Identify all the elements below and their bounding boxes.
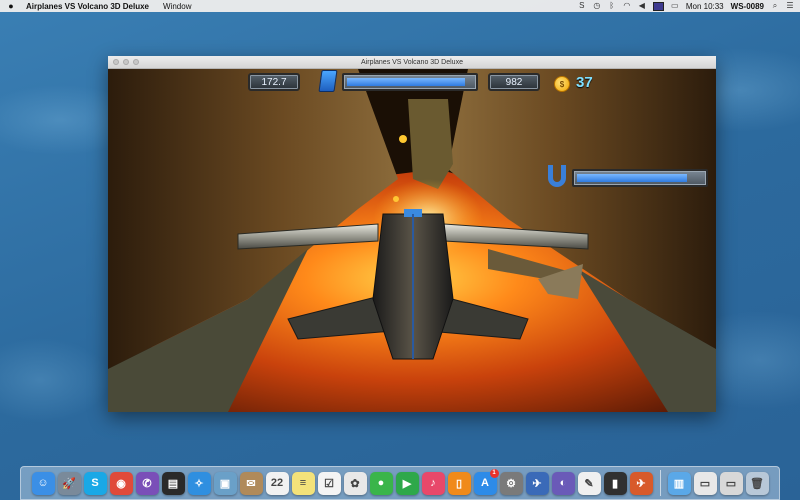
magnet-icon <box>548 165 566 187</box>
dock-document-stack-icon[interactable]: ▭ <box>693 471 717 495</box>
dock-system-preferences-icon[interactable]: ⚙ <box>499 471 523 495</box>
status-area: S ◷ ᛒ ◠ ◀ ▭ Mon 10:33 WS-0089 ⌕ ☰ <box>578 1 794 11</box>
notification-center-icon[interactable]: ☰ <box>786 2 794 10</box>
dock-launchpad-icon[interactable]: 🚀 <box>57 471 81 495</box>
window-controls <box>113 59 139 65</box>
dock-wunderbucket-icon[interactable]: ◐ <box>551 471 575 495</box>
dock-messages-icon[interactable]: ● <box>369 471 393 495</box>
close-button[interactable] <box>113 59 119 65</box>
dock-viber-icon[interactable]: ✆ <box>135 471 159 495</box>
window-titlebar[interactable]: Airplanes VS Volcano 3D Deluxe <box>108 56 716 69</box>
fuel-can-icon <box>318 70 338 92</box>
dock-badge: 1 <box>489 468 499 478</box>
apple-menu-icon[interactable]: ● <box>4 1 18 11</box>
app-menu[interactable]: Airplanes VS Volcano 3D Deluxe <box>26 2 149 11</box>
dock-itunes-icon[interactable]: ♪ <box>421 471 445 495</box>
dock-contacts-icon[interactable]: ✉ <box>239 471 263 495</box>
dock-photos-icon[interactable]: ✿ <box>343 471 367 495</box>
dock-finder-icon[interactable]: ☺ <box>31 471 55 495</box>
coin-count: 37 <box>576 74 593 91</box>
dock-chrome-icon[interactable]: ◉ <box>109 471 133 495</box>
dock-applications-folder-icon[interactable]: ▥ <box>667 471 691 495</box>
volume-icon[interactable]: ◀ <box>638 2 646 10</box>
window-title: Airplanes VS Volcano 3D Deluxe <box>361 58 463 66</box>
dock-ibooks-icon[interactable]: ▯ <box>447 471 471 495</box>
menu-bar: ● Airplanes VS Volcano 3D Deluxe Window … <box>0 0 800 12</box>
game-window: Airplanes VS Volcano 3D Deluxe 172.7 982… <box>108 56 716 412</box>
dock-notes-icon[interactable]: ≡ <box>291 471 315 495</box>
dock: ☺ 🚀 S ◉ ✆ ▤ ✧ ▣ ✉ 22 ≡ ☑ ✿ ● ▶ ♪ ▯ A 1 ⚙ ✈ ◐ ✎ ▮ ✈ ▥ ▭ ▭ 🗑 <box>20 466 780 500</box>
fuel-bar <box>342 73 478 91</box>
fuel-bar-fill <box>347 78 466 86</box>
dock-activity-monitor-icon[interactable]: ▤ <box>161 471 185 495</box>
user-name[interactable]: WS-0089 <box>731 2 764 11</box>
skype-status-icon[interactable]: S <box>578 2 586 10</box>
magnet-bar <box>572 169 708 187</box>
magnet-bar-fill <box>577 174 687 182</box>
dock-safari-icon[interactable]: ✧ <box>187 471 211 495</box>
bluetooth-icon[interactable]: ᛒ <box>608 2 616 10</box>
dock-textedit-icon[interactable]: ✎ <box>577 471 601 495</box>
window-menu[interactable]: Window <box>163 2 191 11</box>
dock-preview-icon[interactable]: ▣ <box>213 471 237 495</box>
dock-trash-icon[interactable]: 🗑 <box>745 471 769 495</box>
zoom-button[interactable] <box>133 59 139 65</box>
spotlight-icon[interactable]: ⌕ <box>771 2 779 10</box>
minimize-button[interactable] <box>123 59 129 65</box>
battery-icon[interactable]: ▭ <box>671 2 679 10</box>
dock-airplanes-game-icon[interactable]: ✈ <box>629 471 653 495</box>
input-source-flag-icon[interactable] <box>652 1 664 11</box>
distance-readout: 172.7 <box>248 73 300 91</box>
coin-icon: $ <box>554 76 570 92</box>
dock-reminders-icon[interactable]: ☑ <box>317 471 341 495</box>
dock-app-store-icon[interactable]: A1 <box>473 468 499 495</box>
dock-separator <box>659 470 661 496</box>
game-viewport[interactable]: 172.7 982 $ 37 <box>108 69 716 412</box>
wifi-icon[interactable]: ◠ <box>623 2 631 10</box>
score-readout: 982 <box>488 73 540 91</box>
time-machine-icon[interactable]: ◷ <box>593 2 601 10</box>
dock-calendar-icon[interactable]: 22 <box>265 471 289 495</box>
dock-skype-icon[interactable]: S <box>83 471 107 495</box>
clock[interactable]: Mon 10:33 <box>686 2 724 11</box>
dock-mail-bird-icon[interactable]: ✈ <box>525 471 549 495</box>
dock-downloads-stack-icon[interactable]: ▭ <box>719 471 743 495</box>
dock-facetime-icon[interactable]: ▶ <box>395 471 419 495</box>
dock-script-editor-icon[interactable]: ▮ <box>603 471 627 495</box>
game-scene <box>108 69 716 412</box>
